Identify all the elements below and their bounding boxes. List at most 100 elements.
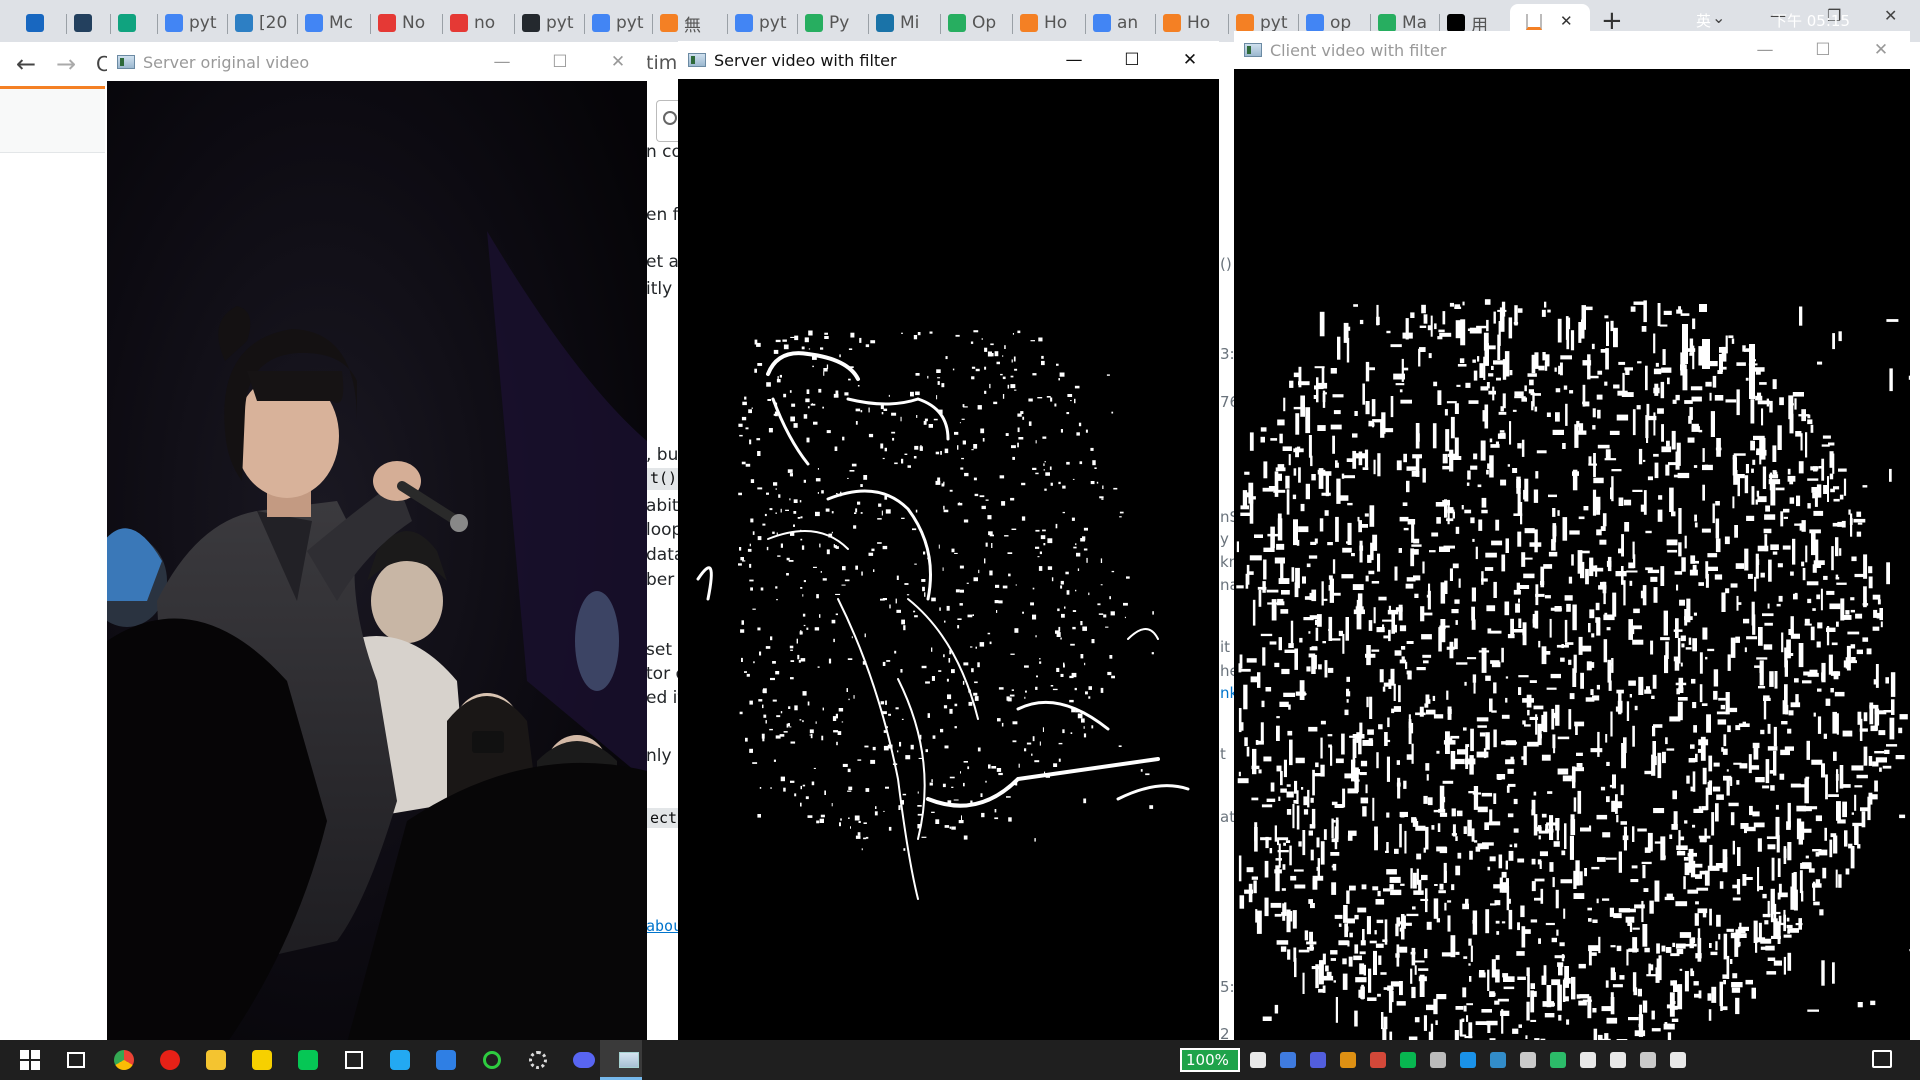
bluetooth-icon[interactable] <box>1490 1052 1506 1068</box>
discord-tray-icon[interactable] <box>1310 1052 1326 1068</box>
browser-tab[interactable]: no <box>450 8 495 38</box>
filter-speck <box>1538 640 1541 648</box>
filter-speck <box>1820 588 1823 611</box>
task-view-icon[interactable] <box>62 1046 90 1074</box>
browser-tab[interactable]: 無 <box>660 8 701 38</box>
filter-speck <box>1436 918 1440 923</box>
edge-icon[interactable] <box>1550 1052 1566 1068</box>
window-server-video-with-filter[interactable]: Server video with filter — ☐ ✕ <box>678 41 1219 1042</box>
back-icon[interactable]: ← <box>16 50 36 78</box>
browser-tab[interactable]: No <box>378 8 425 38</box>
discord-icon[interactable] <box>570 1046 598 1074</box>
teamviewer-icon[interactable] <box>1460 1052 1476 1068</box>
close-icon[interactable]: ✕ <box>1161 41 1219 79</box>
forward-icon[interactable]: → <box>56 50 76 78</box>
filter-speck <box>1510 618 1514 637</box>
device-icon[interactable] <box>1520 1052 1536 1068</box>
line-tray-icon[interactable] <box>1400 1052 1416 1068</box>
video-frame-original <box>107 81 647 1043</box>
google-drive-icon[interactable] <box>1280 1052 1296 1068</box>
search-tray-icon[interactable] <box>1340 1052 1356 1068</box>
browser-tab[interactable]: Ho <box>1163 8 1210 38</box>
filter-speck <box>1080 654 1084 659</box>
maximize-icon[interactable]: ☐ <box>1794 31 1852 69</box>
filter-speck <box>1755 499 1758 505</box>
filter-speck <box>1697 908 1708 914</box>
filter-speck <box>1085 429 1088 433</box>
filter-speck <box>1556 829 1559 841</box>
tab-separator <box>652 14 653 34</box>
filter-speck <box>882 598 887 601</box>
screen-icon[interactable] <box>1640 1052 1656 1068</box>
browser-tab[interactable]: Mi <box>876 8 919 38</box>
youtube-icon[interactable] <box>156 1046 184 1074</box>
browser-tab[interactable]: [20 <box>235 8 287 38</box>
line-icon[interactable] <box>294 1046 322 1074</box>
filter-speck <box>1766 836 1777 839</box>
browser-tab[interactable] <box>118 8 142 38</box>
filter-speck <box>1552 525 1557 537</box>
battery-icon[interactable] <box>1610 1052 1626 1068</box>
browser-tab[interactable]: pyt <box>522 8 574 38</box>
browser-tab[interactable]: pyt <box>165 8 217 38</box>
filter-speck <box>1867 796 1871 821</box>
filter-speck <box>1822 867 1827 879</box>
circle-app-icon[interactable] <box>478 1046 506 1074</box>
window-server-original-video[interactable]: Server original video — ☐ ✕ <box>107 43 647 1043</box>
battery-indicator[interactable]: 100% <box>1180 1048 1240 1072</box>
filter-speck <box>1882 765 1892 769</box>
maximize-icon[interactable]: ☐ <box>531 43 589 81</box>
filter-speck <box>1103 614 1107 618</box>
power-icon[interactable] <box>1250 1052 1266 1068</box>
browser-tab[interactable]: Py <box>805 8 849 38</box>
windows-start-icon[interactable] <box>16 1046 44 1074</box>
filter-speck <box>1454 599 1460 604</box>
chrome-icon[interactable] <box>110 1046 138 1074</box>
filter-speck <box>1548 494 1557 498</box>
window-titlebar[interactable]: Server video with filter — ☐ ✕ <box>678 41 1219 79</box>
browser-close-icon[interactable]: ✕ <box>1884 6 1897 25</box>
ime-indicator[interactable]: 英 <box>1696 10 1711 31</box>
todo-icon[interactable] <box>432 1046 460 1074</box>
notification-icon[interactable] <box>1872 1050 1892 1068</box>
browser-tab[interactable]: Op <box>948 8 996 38</box>
minimize-icon[interactable]: — <box>473 43 531 81</box>
filter-speck <box>1517 492 1521 514</box>
window-titlebar[interactable]: Client video with filter — ☐ ✕ <box>1234 31 1910 69</box>
browser-tab[interactable]: pyt <box>592 8 644 38</box>
close-icon[interactable]: ✕ <box>1852 31 1910 69</box>
filter-speck <box>1671 1005 1678 1010</box>
browser-tab[interactable] <box>74 8 98 38</box>
tab-search-icon[interactable]: ⌄ <box>1712 8 1725 27</box>
filter-speck <box>1455 620 1458 625</box>
filter-speck <box>944 448 949 454</box>
cloud-icon[interactable] <box>1430 1052 1446 1068</box>
file-explorer-icon[interactable] <box>202 1046 230 1074</box>
filter-speck <box>1886 744 1898 747</box>
minimize-icon[interactable]: — <box>1045 41 1103 79</box>
camera-icon[interactable] <box>1370 1052 1386 1068</box>
browser-tab[interactable]: an <box>1093 8 1138 38</box>
browser-tab[interactable] <box>26 8 50 38</box>
minimize-icon[interactable]: — <box>1736 31 1794 69</box>
close-tab-icon[interactable]: ✕ <box>1560 12 1573 30</box>
browser-tab[interactable]: Mc <box>305 8 353 38</box>
clock[interactable]: 下午 05:15 <box>1772 10 1850 31</box>
wifi-icon[interactable] <box>1580 1052 1596 1068</box>
filter-speck <box>1422 654 1432 658</box>
close-icon[interactable]: ✕ <box>589 43 647 81</box>
vscode-icon[interactable] <box>386 1046 414 1074</box>
filter-speck <box>1749 344 1755 399</box>
volume-mute-icon[interactable] <box>1670 1052 1686 1068</box>
filter-speck <box>1597 857 1606 862</box>
maximize-icon[interactable]: ☐ <box>1103 41 1161 79</box>
window-client-video-with-filter[interactable]: Client video with filter — ☐ ✕ <box>1234 31 1910 1043</box>
sticky-notes-icon[interactable] <box>248 1046 276 1074</box>
settings-icon[interactable] <box>524 1046 552 1074</box>
browser-tab[interactable]: pyt <box>735 8 787 38</box>
filter-speck <box>1804 618 1810 624</box>
filter-speck <box>763 688 767 694</box>
notion-icon[interactable] <box>340 1046 368 1074</box>
window-titlebar[interactable]: Server original video — ☐ ✕ <box>107 43 647 81</box>
browser-tab[interactable]: Ho <box>1020 8 1067 38</box>
